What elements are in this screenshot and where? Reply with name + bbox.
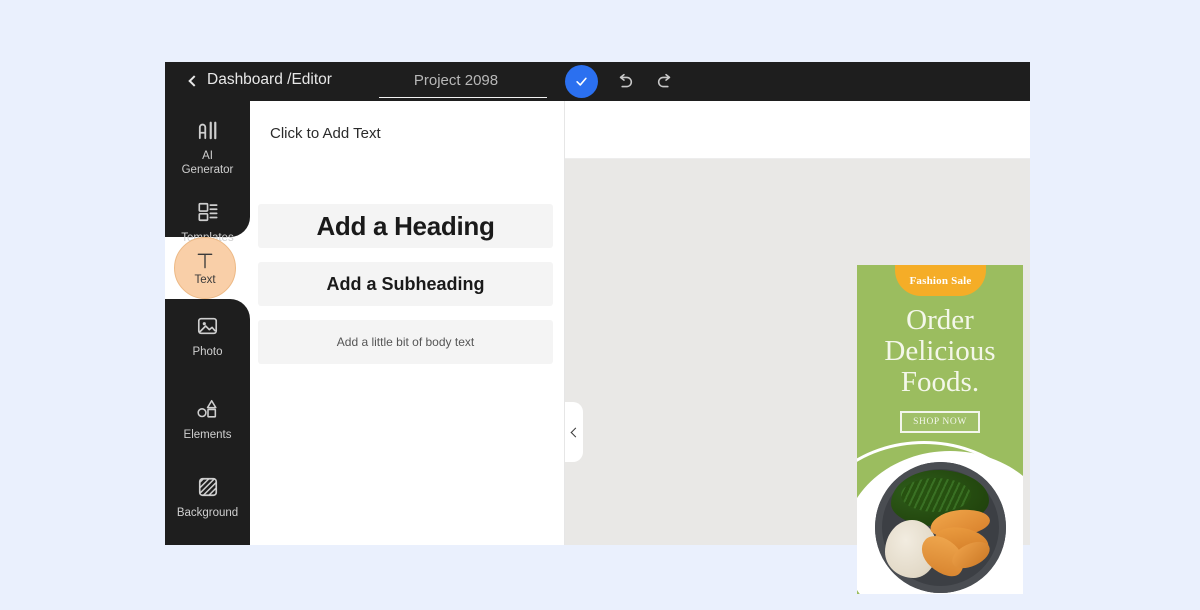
poster-cta-button[interactable]: SHOP NOW	[900, 411, 980, 433]
sidebar-item-label: Text	[194, 274, 216, 286]
poster-cta-label: SHOP NOW	[913, 417, 967, 427]
breadcrumb-back-link[interactable]: Dashboard /Editor	[188, 71, 332, 89]
add-subheading-button[interactable]: Add a Subheading	[258, 262, 553, 306]
breadcrumb-label: Dashboard /Editor	[207, 71, 332, 88]
sidebar-item-label: AI Generator	[181, 150, 234, 176]
redo-icon	[657, 73, 670, 87]
project-tab[interactable]: Project 2098	[372, 62, 547, 101]
ai-icon	[195, 117, 221, 143]
add-heading-button[interactable]: Add a Heading	[258, 204, 553, 248]
save-button[interactable]	[565, 65, 598, 98]
plate-of-food-image	[875, 462, 1006, 593]
text-options-panel: Click to Add Text Add a Heading Add a Su…	[250, 101, 565, 545]
add-body-text-button[interactable]: Add a little bit of body text	[258, 320, 553, 364]
sidebar-item-background[interactable]: Background	[165, 474, 250, 520]
photo-icon	[195, 313, 221, 339]
poster-banner-text: Fashion Sale	[909, 274, 972, 287]
sidebar: AI Generator Templates Tex	[165, 101, 250, 545]
collapse-panel-button[interactable]	[565, 402, 583, 462]
shapes-icon	[195, 396, 221, 422]
panel-title: Click to Add Text	[270, 125, 381, 142]
project-tab-underline	[379, 96, 547, 98]
undo-button[interactable]	[610, 68, 637, 95]
sidebar-rail-top: AI Generator Templates	[165, 101, 250, 244]
sidebar-item-label: Background	[176, 507, 239, 519]
sidebar-item-label: Photo	[192, 346, 223, 358]
canvas-area[interactable]: Fashion Sale Order Delicious Foods. SHOP…	[565, 159, 1030, 594]
sidebar-item-photo[interactable]: Photo	[165, 313, 250, 359]
check-icon	[576, 77, 587, 86]
sidebar-rail-bottom: Photo Elements Background	[165, 299, 250, 545]
canvas-toolbar	[565, 101, 1030, 159]
text-t-icon	[193, 250, 217, 272]
redo-button[interactable]	[652, 68, 679, 95]
editor-window: Dashboard /Editor Project 2098 AI Genera…	[165, 62, 1030, 594]
templates-icon	[195, 199, 221, 225]
project-tab-label: Project 2098	[413, 72, 499, 89]
sidebar-item-elements[interactable]: Elements	[165, 396, 250, 442]
sidebar-item-text[interactable]: Text	[174, 237, 236, 299]
sidebar-item-label: Elements	[183, 429, 232, 441]
background-icon	[195, 474, 221, 500]
undo-icon	[619, 73, 632, 87]
poster-headline: Order Delicious Foods.	[884, 304, 996, 398]
app-header: Dashboard /Editor Project 2098	[165, 62, 1030, 101]
chevron-left-icon	[570, 427, 581, 437]
chevron-left-icon	[188, 74, 200, 87]
poster-design[interactable]: Fashion Sale Order Delicious Foods. SHOP…	[857, 265, 1023, 594]
sidebar-item-ai-generator[interactable]: AI Generator	[165, 117, 250, 177]
poster-banner: Fashion Sale	[895, 265, 986, 296]
